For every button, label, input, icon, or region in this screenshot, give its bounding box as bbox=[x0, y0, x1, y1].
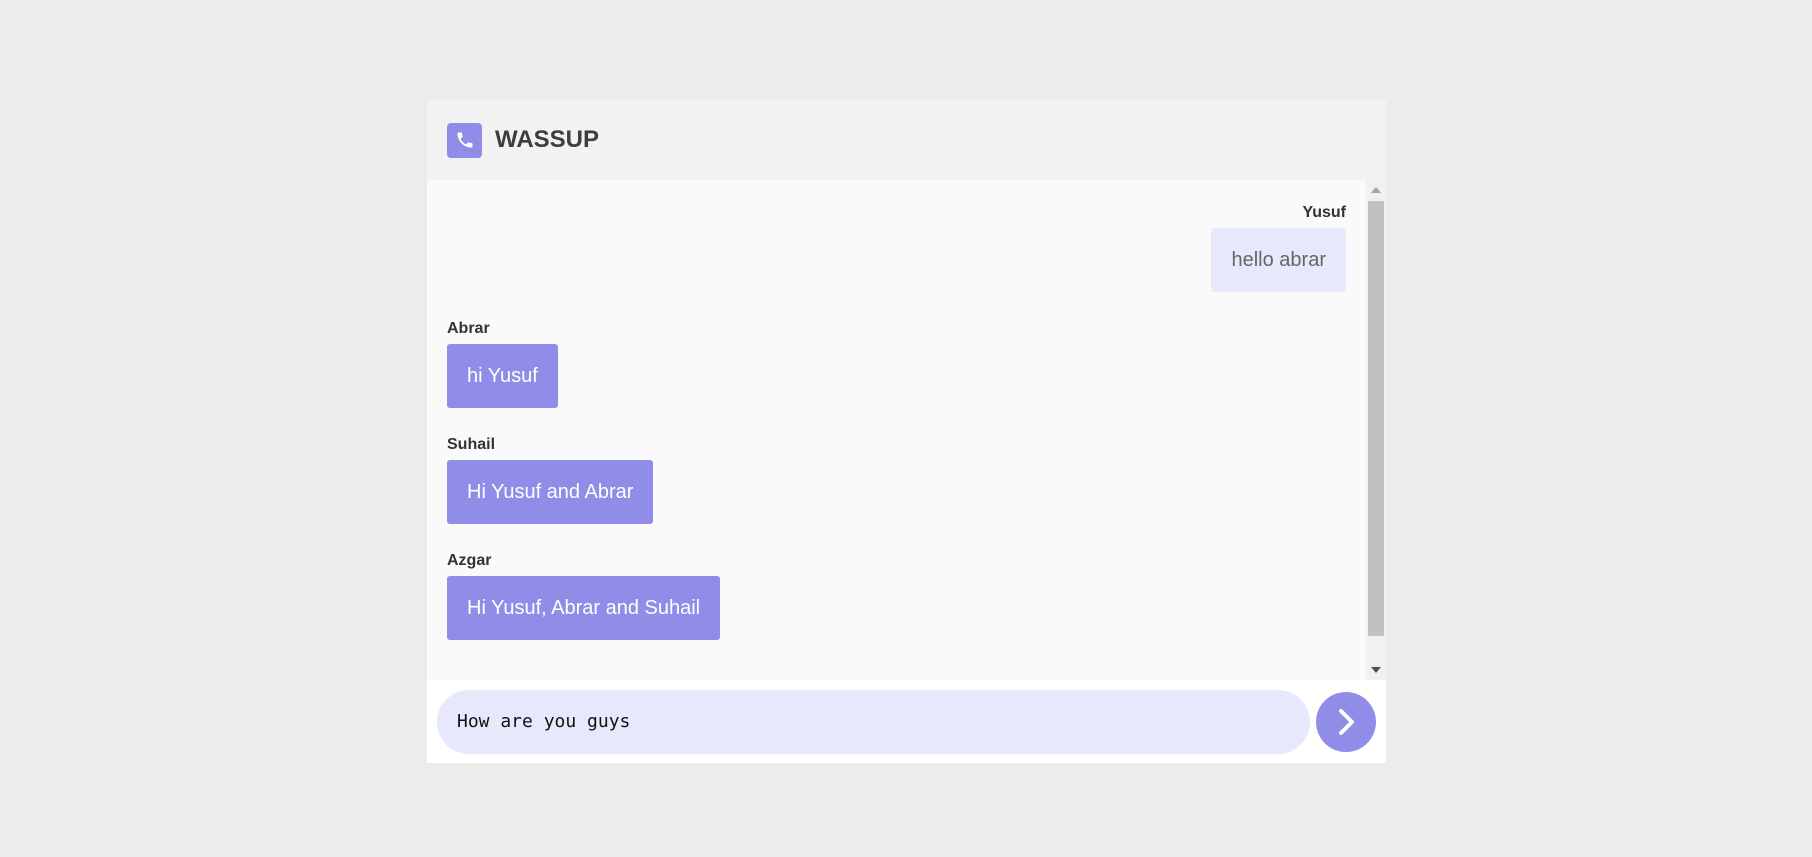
scroll-thumb[interactable] bbox=[1368, 201, 1384, 636]
message-sender: Yusuf bbox=[1302, 204, 1346, 221]
chevron-right-icon bbox=[1339, 708, 1355, 735]
message-item: Suhail Hi Yusuf and Abrar bbox=[447, 436, 1346, 524]
chat-window: WASSUP Yusuf hello abrar Abrar hi Yusuf … bbox=[427, 100, 1386, 763]
scroll-down-arrow-icon[interactable] bbox=[1366, 660, 1386, 680]
message-scrollbar[interactable] bbox=[1366, 180, 1386, 680]
phone-icon bbox=[447, 122, 482, 158]
message-area: Yusuf hello abrar Abrar hi Yusuf Suhail … bbox=[427, 180, 1386, 680]
message-item: Yusuf hello abrar bbox=[447, 204, 1346, 292]
message-item: Abrar hi Yusuf bbox=[447, 320, 1346, 408]
message-input[interactable] bbox=[437, 689, 1311, 754]
message-sender: Suhail bbox=[447, 436, 496, 453]
message-item: Azgar Hi Yusuf, Abrar and Suhail bbox=[447, 552, 1346, 640]
message-composer bbox=[427, 680, 1386, 763]
app-title: WASSUP bbox=[495, 126, 600, 153]
message-bubble: Hi Yusuf, Abrar and Suhail bbox=[447, 576, 721, 640]
app-header: WASSUP bbox=[427, 100, 1386, 180]
message-bubble: hello abrar bbox=[1211, 228, 1346, 292]
message-sender: Azgar bbox=[447, 552, 492, 569]
message-bubble: hi Yusuf bbox=[447, 344, 558, 408]
message-list: Yusuf hello abrar Abrar hi Yusuf Suhail … bbox=[427, 180, 1366, 680]
message-sender: Abrar bbox=[447, 320, 490, 337]
message-bubble: Hi Yusuf and Abrar bbox=[447, 460, 654, 524]
scroll-up-arrow-icon[interactable] bbox=[1366, 180, 1386, 200]
send-button[interactable] bbox=[1316, 691, 1376, 752]
